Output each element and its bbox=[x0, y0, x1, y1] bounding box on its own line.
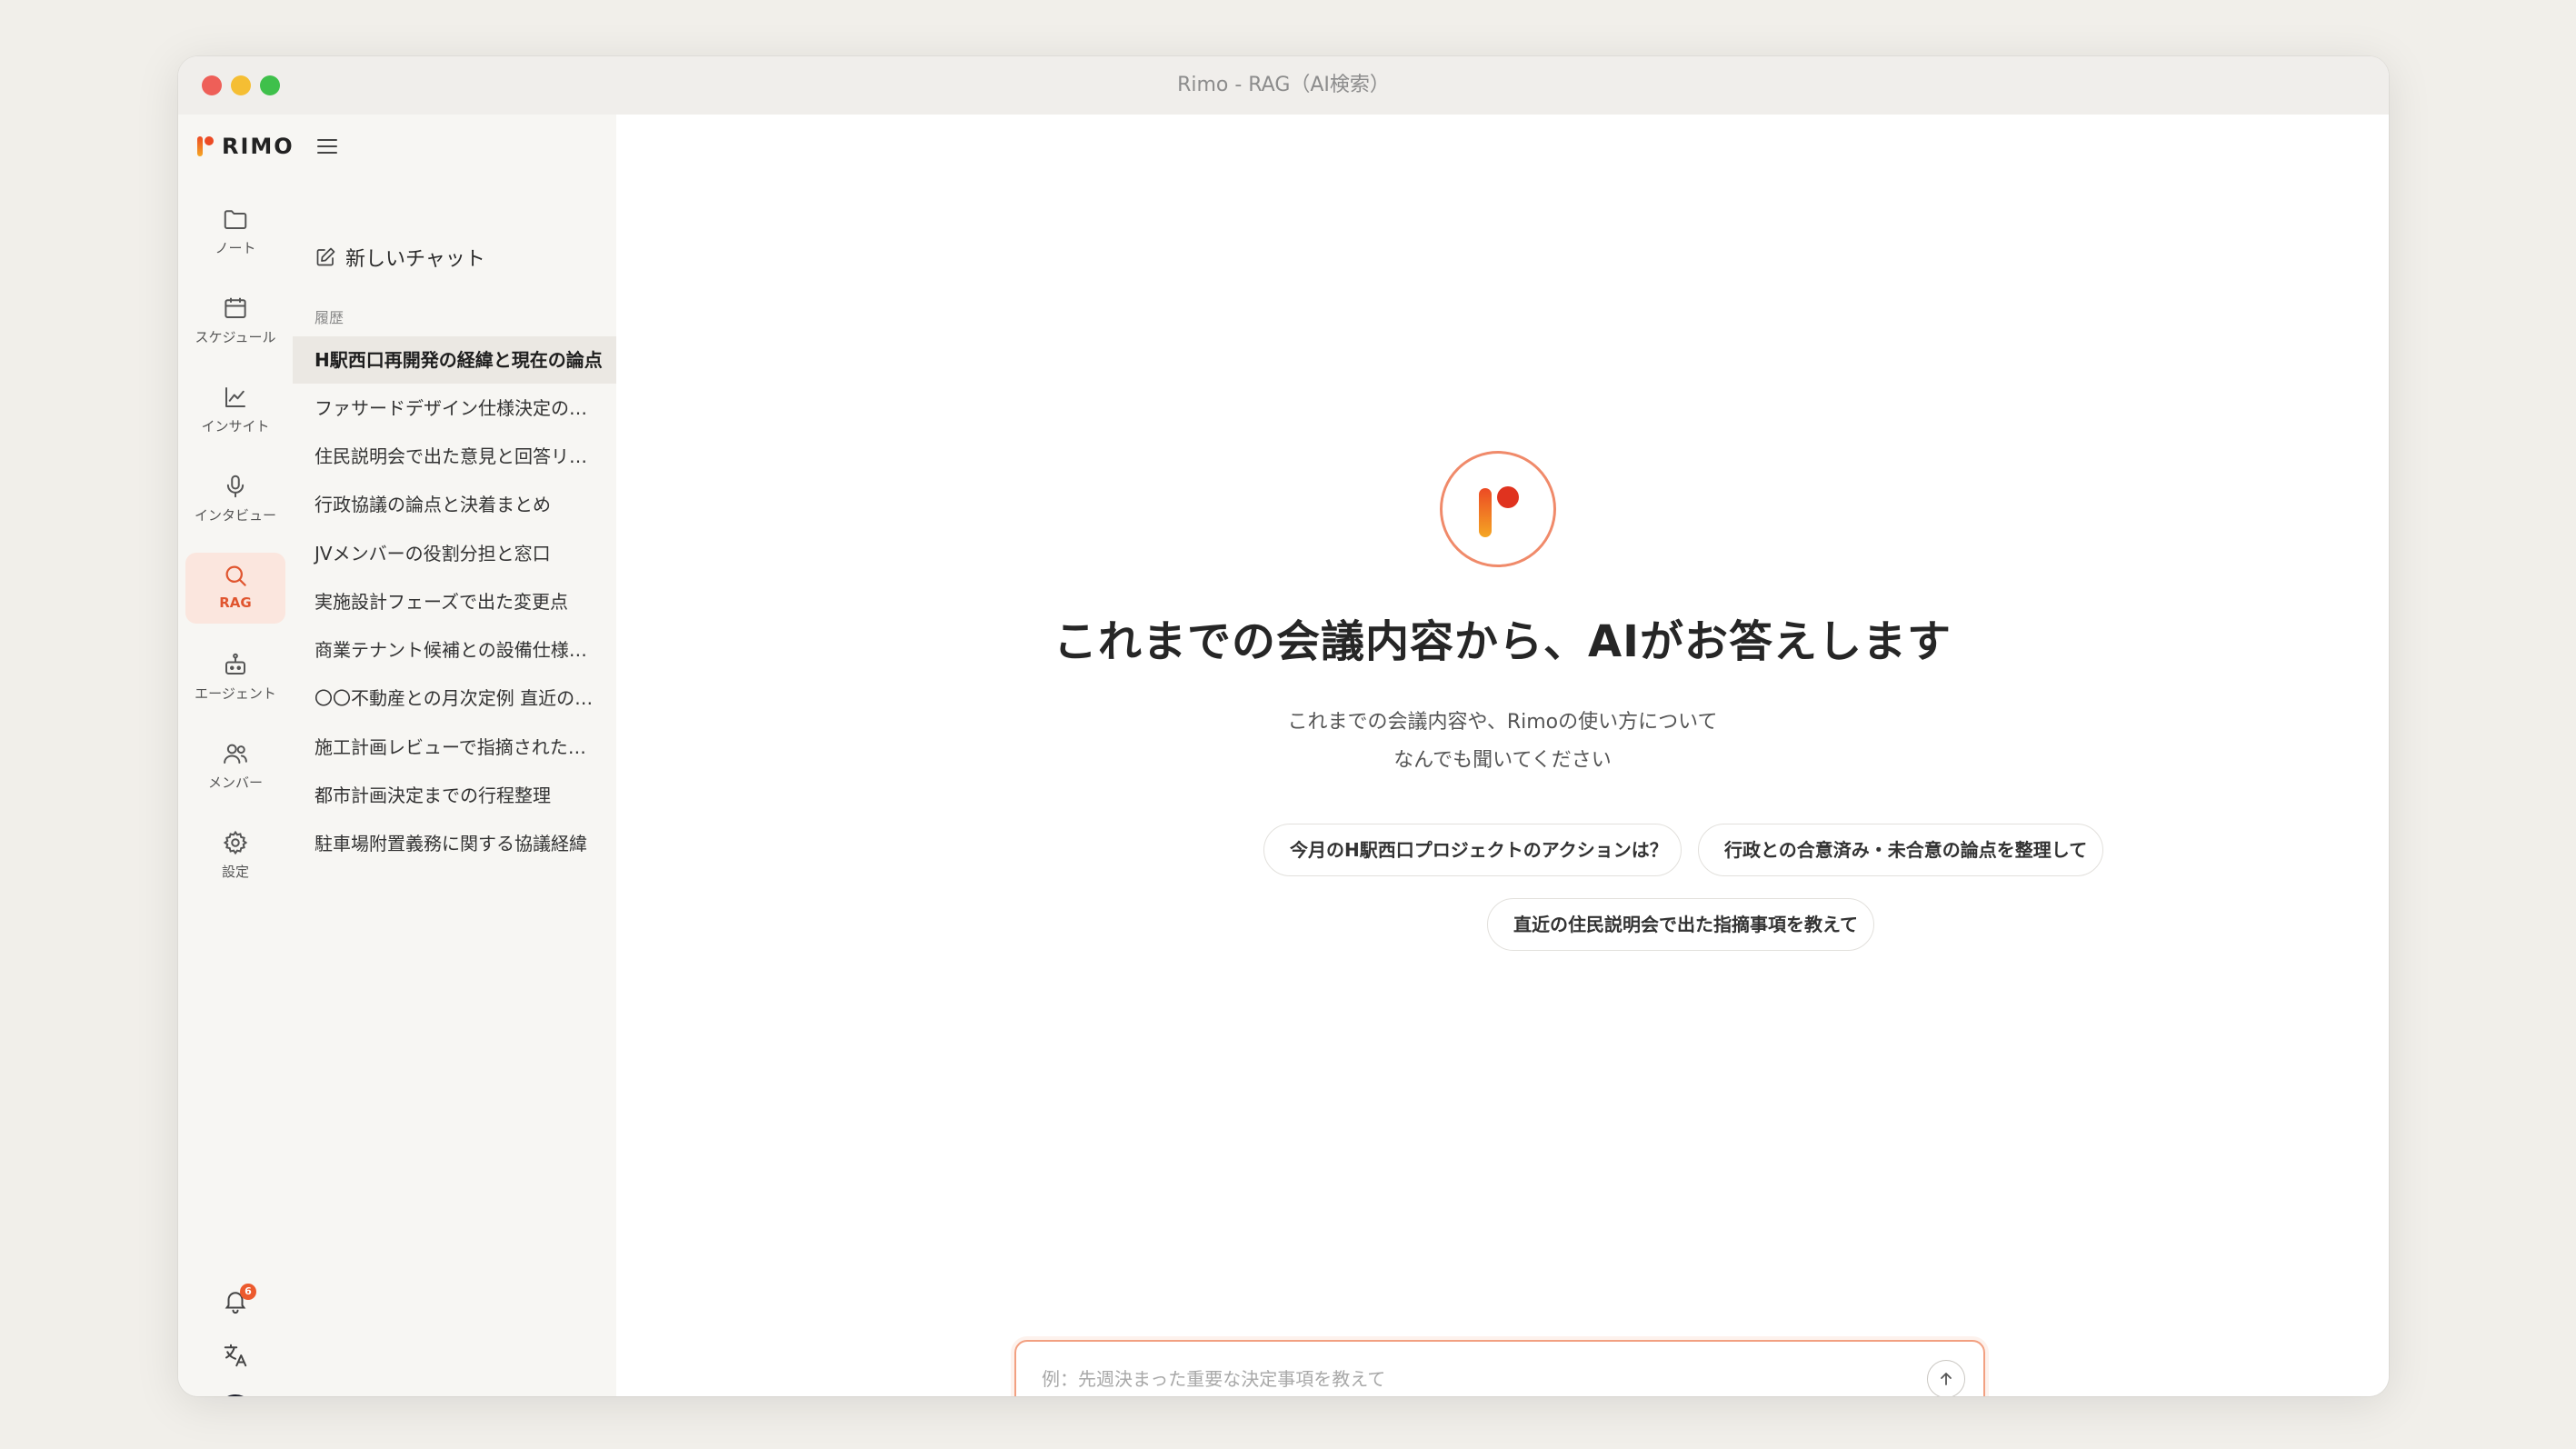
edit-icon bbox=[316, 247, 335, 266]
app-window: Rimo - RAG（AI検索） RIMO ノート スケジュール インサイト イ… bbox=[178, 56, 2389, 1396]
rail-item-settings[interactable]: 設定 bbox=[185, 820, 285, 891]
rail-label-insight: インサイト bbox=[201, 418, 270, 435]
arrow-up-icon bbox=[1941, 1373, 1952, 1385]
new-chat-label: 新しいチャット bbox=[345, 248, 485, 271]
suggestion-chip[interactable]: 直近の住民説明会で出た指摘事項を教えて bbox=[1487, 898, 1874, 951]
rail-label-interview: インタビュー bbox=[194, 507, 276, 524]
gear-icon bbox=[223, 830, 248, 855]
rail-label-agent: エージェント bbox=[195, 685, 276, 702]
history-item[interactable]: 〇〇不動産との月次定例 直近の決定事項 bbox=[293, 675, 616, 722]
rail-item-insight[interactable]: インサイト bbox=[185, 375, 285, 445]
title-bar: Rimo - RAG（AI検索） bbox=[178, 56, 2389, 115]
new-chat-button[interactable]: 新しいチャット bbox=[315, 242, 485, 273]
chat-composer bbox=[1014, 1340, 1985, 1396]
history-item[interactable]: 実施設計フェーズで出た変更点 bbox=[293, 578, 616, 625]
chat-history-panel: 新しいチャット 履歴 H駅西口再開発の経緯と現在の論点 ファサードデザイン仕様決… bbox=[293, 115, 617, 1396]
history-item[interactable]: 都市計画決定までの行程整理 bbox=[293, 772, 616, 819]
folder-icon bbox=[224, 210, 247, 229]
translate-icon bbox=[224, 1344, 247, 1367]
history-item[interactable]: 行政協議の論点と決着まとめ bbox=[293, 481, 616, 528]
hamburger-menu-icon[interactable] bbox=[315, 135, 340, 158]
rail-item-note[interactable]: ノート bbox=[185, 196, 285, 267]
history-item[interactable]: 住民説明会で出た意見と回答リスト bbox=[293, 433, 616, 480]
rail-item-agent[interactable]: エージェント bbox=[185, 642, 285, 713]
microphone-icon bbox=[226, 475, 245, 498]
history-item[interactable]: 駐車場附置義務に関する協議経緯 bbox=[293, 820, 616, 867]
window-title: Rimo - RAG（AI検索） bbox=[1177, 74, 1390, 96]
main-content: これまでの会議内容から、AIがお答えします これまでの会議内容や、Rimoの使い… bbox=[616, 115, 2389, 1396]
rail-label-schedule: スケジュール bbox=[195, 329, 276, 345]
brand-name: RIMO bbox=[222, 134, 295, 159]
hero-logo bbox=[1440, 451, 1556, 567]
rail-item-rag[interactable]: RAG bbox=[185, 553, 285, 624]
notification-badge: 6 bbox=[240, 1284, 256, 1300]
rimo-logo-icon bbox=[197, 136, 214, 156]
rail-label-rag: RAG bbox=[219, 595, 252, 611]
rail-label-member: メンバー bbox=[207, 774, 263, 791]
history-item[interactable]: JVメンバーの役割分担と窓口 bbox=[293, 530, 616, 577]
subtitle-line: なんでも聞いてください bbox=[1393, 749, 1612, 772]
history-item[interactable]: H駅西口再開発の経緯と現在の論点 bbox=[293, 336, 616, 384]
rail-item-interview[interactable]: インタビュー bbox=[185, 464, 285, 535]
page-title: これまでの会議内容から、AIがお答えします bbox=[1053, 616, 1952, 667]
rail-label-settings: 設定 bbox=[221, 864, 249, 880]
rail-item-schedule[interactable]: スケジュール bbox=[185, 285, 285, 356]
calendar-icon bbox=[225, 297, 246, 318]
rail-label-note: ノート bbox=[215, 240, 256, 256]
search-icon bbox=[225, 565, 246, 586]
notifications-button[interactable]: 6 bbox=[218, 1284, 256, 1322]
page-subtitle: これまでの会議内容や、Rimoの使い方について なんでも聞いてください bbox=[616, 704, 2389, 780]
history-item[interactable]: 施工計画レビューで指摘された課題 bbox=[293, 724, 616, 771]
rail-item-member[interactable]: メンバー bbox=[185, 731, 285, 802]
robot-icon bbox=[225, 653, 245, 675]
language-button[interactable] bbox=[218, 1342, 253, 1376]
rimo-logo-icon bbox=[1479, 486, 1519, 537]
history-item[interactable]: 商業テナント候補との設備仕様調整 bbox=[293, 626, 616, 674]
send-button[interactable] bbox=[1927, 1360, 1965, 1396]
chat-input[interactable] bbox=[1040, 1342, 1898, 1396]
suggestion-chip[interactable]: 行政との合意済み・未合意の論点を整理して bbox=[1698, 824, 2103, 876]
subtitle-line: これまでの会議内容や、Rimoの使い方について bbox=[1287, 711, 1718, 734]
user-avatar[interactable]: N bbox=[216, 1394, 255, 1396]
nav-rail: RIMO ノート スケジュール インサイト インタビュー RAG エージェント bbox=[178, 115, 294, 1396]
chart-line-icon bbox=[225, 387, 245, 407]
users-icon bbox=[224, 744, 247, 764]
history-item[interactable]: ファサードデザイン仕様決定の経緯 bbox=[293, 385, 616, 432]
suggestion-chip[interactable]: 今月のH駅西口プロジェクトのアクションは？ bbox=[1263, 824, 1682, 876]
history-section-label: 履歴 bbox=[315, 309, 344, 326]
